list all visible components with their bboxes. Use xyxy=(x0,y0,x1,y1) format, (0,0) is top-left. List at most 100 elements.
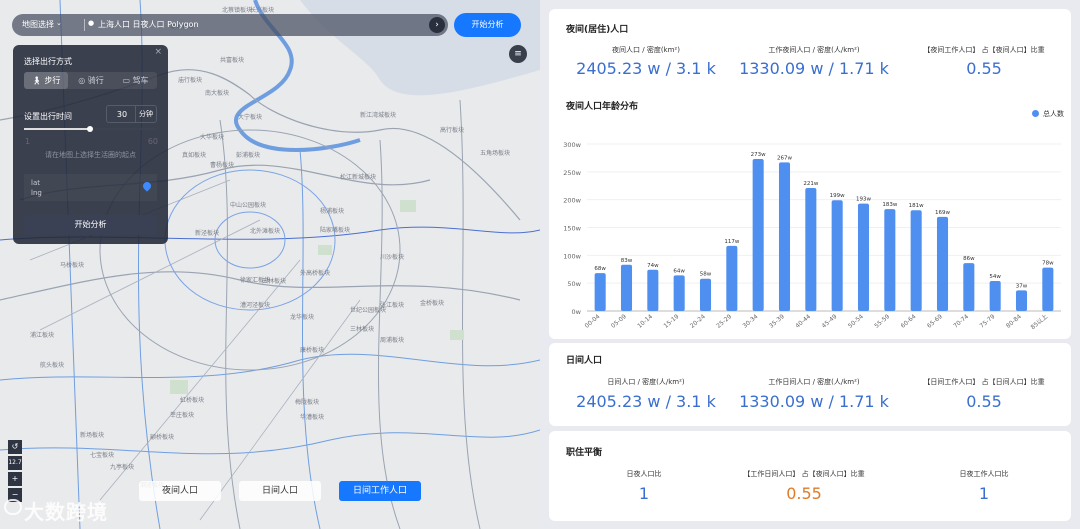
district-label: 大华板块 xyxy=(200,134,225,141)
y-tick-label: 300w xyxy=(563,141,581,149)
tab-day-population[interactable]: 日间人口 xyxy=(239,481,321,501)
district-label: 新场板块 xyxy=(80,432,105,439)
chevron-down-icon[interactable]: ⌄ xyxy=(56,19,62,27)
district-label: 长兴板块 xyxy=(250,7,275,14)
bar-value-label: 273w xyxy=(751,152,766,158)
district-label: 莘庄板块 xyxy=(170,412,195,419)
panel-analyze-button[interactable]: 开始分析 xyxy=(24,215,157,235)
bar xyxy=(620,264,633,311)
lat-label: lat xyxy=(31,179,40,187)
bar-value-label: 169w xyxy=(935,210,950,216)
close-icon[interactable]: × xyxy=(154,47,162,57)
region-select[interactable]: 地图选择 xyxy=(22,19,54,30)
district-label: 张江板块 xyxy=(380,302,405,309)
zoom-in-button[interactable]: + xyxy=(8,472,22,486)
district-label: 梅陇板块 xyxy=(295,399,320,406)
time-slider[interactable] xyxy=(24,126,158,132)
y-tick-label: 250w xyxy=(563,169,581,177)
pick-location-icon[interactable] xyxy=(141,180,153,192)
tab-night-population[interactable]: 夜间人口 xyxy=(139,481,221,501)
watermark-logo-icon xyxy=(4,499,22,515)
slider-handle[interactable] xyxy=(86,126,93,132)
car-icon: ▭ xyxy=(122,76,130,85)
x-tick-label: 25-29 xyxy=(715,313,733,330)
district-label: 高行板块 xyxy=(440,127,465,134)
stats-panel: 夜间(居住)人口 夜间人口 / 密度(km²) 2405.23 w / 3.1 … xyxy=(540,0,1080,529)
district-label: 中山公园板块 xyxy=(230,202,267,209)
bar-value-label: 64w xyxy=(673,268,685,274)
x-tick-label: 50-54 xyxy=(847,313,865,330)
bar xyxy=(963,263,975,311)
bar xyxy=(594,273,606,311)
age-distribution-chart: 0w 50w 100w 150w 200w 250w 300w 68w 00-04 83w 05-0… xyxy=(563,141,1061,331)
map-view[interactable]: 北蔡镇板块吴淞板块长兴板块庙行板块南大板块大华板块共富板块真如板块曹杨板块新泾板… xyxy=(0,0,540,529)
x-tick-label: 15-19 xyxy=(663,313,681,330)
bar xyxy=(884,209,896,311)
x-tick-label: 40-44 xyxy=(794,313,812,330)
x-tick-label: 05-09 xyxy=(610,313,628,330)
mode-walk[interactable]: 🚶︎ 步行 xyxy=(24,72,68,89)
hint-text: 请在地图上选择生活圈的起点 xyxy=(45,151,136,159)
mode-bike[interactable]: ◎ 骑行 xyxy=(69,72,113,89)
card-title: 职住平衡 xyxy=(566,448,603,458)
start-analysis-button[interactable]: 开始分析 xyxy=(454,13,521,37)
zoom-level: 12.7 xyxy=(8,456,22,470)
zoom-controls: ↺ 12.7 + − xyxy=(8,440,22,504)
district-label: 七宝板块 xyxy=(90,452,115,459)
bar-value-label: 54w xyxy=(989,274,1001,280)
bar-value-label: 267w xyxy=(777,155,792,161)
bar xyxy=(752,159,764,311)
stat-label: 日夜人口比 xyxy=(626,470,662,478)
go-arrow-icon[interactable]: › xyxy=(429,17,445,33)
job-housing-balance-card: 职住平衡 日夜人口比 1 【工作日间人口】 占【夜间人口】比重 0.55 日夜工… xyxy=(549,431,1071,521)
coordinate-box[interactable]: lat lng xyxy=(24,174,157,201)
bar xyxy=(857,203,870,311)
x-tick-label: 65-69 xyxy=(926,313,944,330)
query-text[interactable]: 上海人口 日夜人口 Polygon xyxy=(98,19,199,30)
stat-label: 工作日间人口 / 密度(人/km²) xyxy=(768,378,860,386)
district-label: 庙行板块 xyxy=(178,77,203,84)
bar-value-label: 86w xyxy=(963,256,975,262)
bar xyxy=(647,269,659,311)
card-title: 夜间(居住)人口 xyxy=(566,25,629,35)
slider-fill xyxy=(24,128,90,130)
bar-value-label: 58w xyxy=(700,272,712,278)
reset-icon[interactable]: ↺ xyxy=(8,440,22,454)
time-field: 分钟 xyxy=(106,105,157,123)
bar-value-label: 117w xyxy=(724,239,739,245)
bar xyxy=(831,200,843,311)
stat-value: 1330.09 w / 1.71 k xyxy=(739,59,889,78)
district-label: 南大板块 xyxy=(205,90,230,97)
mode-car[interactable]: ▭ 驾车 xyxy=(114,72,157,89)
slider-max: 60 xyxy=(147,137,158,146)
chart-title: 夜间人口年龄分布 xyxy=(566,102,639,112)
district-label: 新泾板块 xyxy=(195,230,220,237)
bar xyxy=(1042,267,1054,311)
bar-value-label: 193w xyxy=(856,197,871,203)
x-tick-label: 85以上 xyxy=(1029,312,1049,331)
district-label: 龙华板块 xyxy=(290,314,315,321)
x-tick-label: 60-64 xyxy=(900,313,918,330)
layers-icon[interactable]: ≡ xyxy=(509,45,527,63)
district-label: 田林板块 xyxy=(262,278,287,285)
district-label: 松江新城板块 xyxy=(340,174,377,181)
travel-mode-group: 🚶︎ 步行 ◎ 骑行 ▭ 驾车 xyxy=(24,72,157,89)
y-tick-label: 150w xyxy=(563,225,581,233)
location-pin-icon: ● xyxy=(88,19,95,27)
day-population-card: 日间人口 日间人口 / 密度(人/km²) 2405.23 w / 3.1 k … xyxy=(549,343,1071,426)
map-search-bar[interactable]: 地图选择 ⌄ ● 上海人口 日夜人口 Polygon › xyxy=(12,14,448,36)
district-label: 康桥板块 xyxy=(300,347,325,354)
stat-label: 夜间人口 / 密度(km²) xyxy=(612,46,680,54)
legend-label[interactable]: 总人数 xyxy=(1043,109,1064,119)
stat-value: 0.55 xyxy=(966,392,1002,411)
tab-day-work-population[interactable]: 日间工作人口 xyxy=(339,481,421,501)
x-tick-label: 70-74 xyxy=(952,313,970,330)
x-tick-label: 55-59 xyxy=(873,313,891,330)
x-tick-label: 20-24 xyxy=(689,313,707,330)
time-input[interactable] xyxy=(107,106,137,122)
bar-value-label: 78w xyxy=(1042,261,1054,267)
watermark: 大数跨境 xyxy=(4,496,108,525)
district-label: 浦江板块 xyxy=(30,332,55,339)
district-label: 五角场板块 xyxy=(480,150,511,157)
stat-value: 2405.23 w / 3.1 k xyxy=(576,392,716,411)
